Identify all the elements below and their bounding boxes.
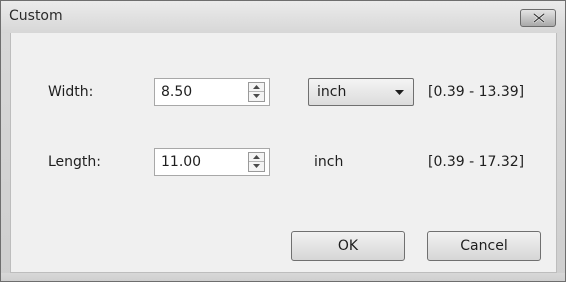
window-frame-left	[1, 33, 10, 281]
length-label: Length:	[48, 154, 102, 170]
arrow-down-icon	[253, 94, 260, 98]
window-frame-bottom	[1, 273, 565, 281]
window-title: Custom	[9, 8, 63, 24]
length-unit-label: inch	[314, 154, 344, 170]
width-spinbox[interactable]: 8.50	[154, 78, 270, 106]
arrow-up-icon	[253, 155, 260, 159]
arrow-up-icon	[253, 85, 260, 89]
length-range: [0.39 - 17.32]	[428, 154, 525, 170]
width-input[interactable]: 8.50	[161, 83, 192, 101]
width-spin-buttons	[248, 82, 265, 102]
close-button[interactable]	[520, 9, 556, 27]
close-icon	[533, 13, 545, 23]
width-decrement-button[interactable]	[249, 92, 264, 101]
cancel-button[interactable]: Cancel	[427, 231, 541, 261]
title-bar[interactable]: Custom	[1, 1, 565, 33]
ok-button[interactable]: OK	[291, 231, 405, 261]
length-input[interactable]: 11.00	[161, 153, 201, 171]
unit-dropdown[interactable]: inch	[308, 78, 414, 106]
length-decrement-button[interactable]	[249, 162, 264, 171]
length-spinbox[interactable]: 11.00	[154, 148, 270, 176]
custom-dialog: Custom Width: 8.50 inch [0.39 - 13.39] L…	[0, 0, 566, 282]
chevron-down-icon	[395, 90, 404, 95]
width-range: [0.39 - 13.39]	[428, 84, 525, 100]
arrow-down-icon	[253, 164, 260, 168]
width-increment-button[interactable]	[249, 83, 264, 92]
window-frame-right	[557, 33, 565, 281]
unit-dropdown-value: inch	[317, 84, 347, 100]
length-spin-buttons	[248, 152, 265, 172]
length-increment-button[interactable]	[249, 153, 264, 162]
width-label: Width:	[48, 84, 94, 100]
